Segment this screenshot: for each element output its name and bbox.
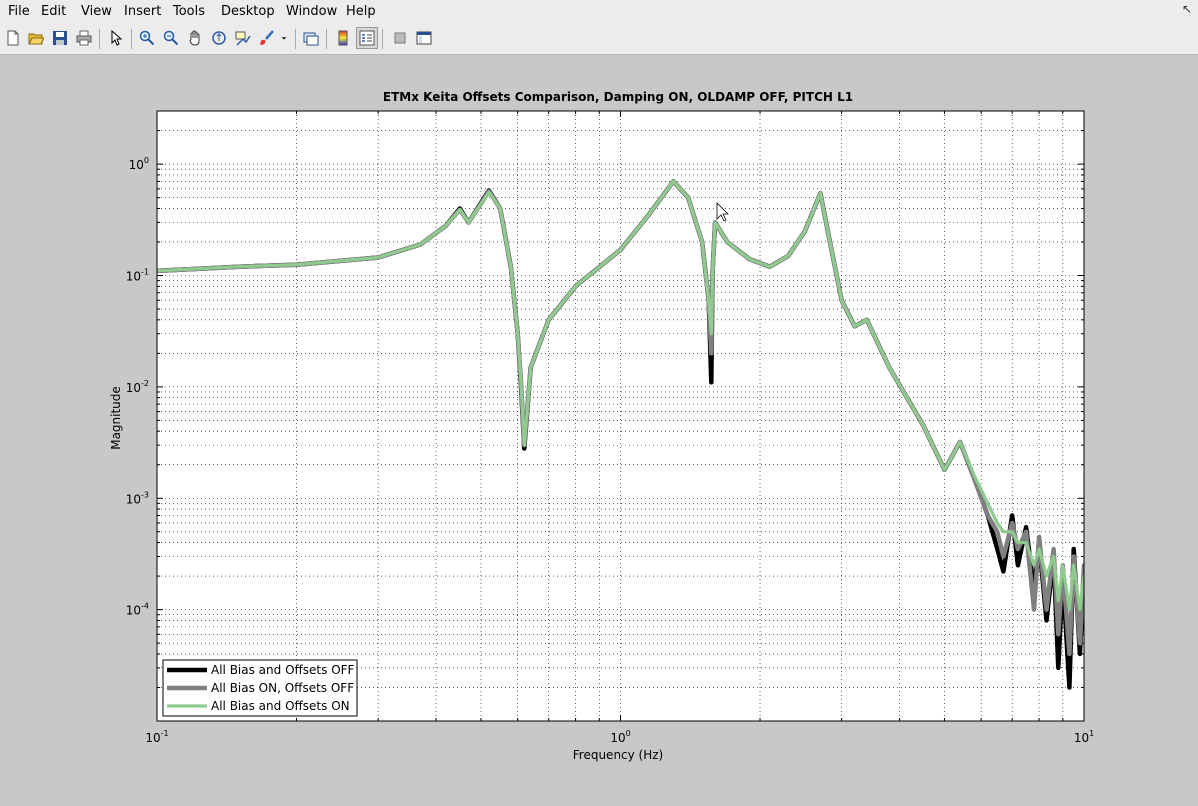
hide-plot-tools-icon[interactable] [389, 27, 411, 49]
edit-plot-arrow-icon[interactable] [105, 27, 127, 49]
menu-tools[interactable]: Tools [173, 4, 205, 19]
menu-insert[interactable]: Insert [124, 4, 161, 19]
figure-toolbar [0, 24, 1198, 55]
x-tick-label: 10-1 [145, 729, 168, 745]
legend-label-1: All Bias and Offsets OFF [211, 663, 355, 677]
menu-file[interactable]: File [8, 4, 30, 19]
menu-view[interactable]: View [81, 4, 112, 19]
zoom-in-icon[interactable] [136, 27, 158, 49]
x-tick-label: 100 [610, 729, 630, 745]
menu-window[interactable]: Window [286, 4, 337, 19]
menu-bar: File Edit View Insert Tools Desktop Wind… [0, 0, 1198, 25]
toolbar-separator [382, 29, 383, 49]
toolbar-separator [295, 29, 296, 49]
open-file-icon[interactable] [25, 27, 47, 49]
zoom-out-icon[interactable] [160, 27, 182, 49]
chart-title: ETMx Keita Offsets Comparison, Damping O… [383, 90, 853, 104]
menu-help[interactable]: Help [346, 4, 376, 19]
legend-entries: All Bias and Offsets OFF All Bias ON, Off… [167, 663, 355, 713]
rotate-3d-icon[interactable] [208, 27, 230, 49]
y-tick-label: 10-2 [126, 379, 149, 395]
legend-label-2: All Bias ON, Offsets OFF [211, 681, 354, 695]
toolbar-separator [326, 29, 327, 49]
toolbar-separator [131, 29, 132, 49]
link-plot-icon[interactable] [300, 27, 322, 49]
legend[interactable]: All Bias and Offsets OFF All Bias ON, Off… [162, 659, 358, 717]
undock-icon[interactable]: ↖ [1182, 2, 1192, 16]
brush-icon[interactable] [256, 27, 278, 49]
x-tick-label: 101 [1074, 729, 1094, 745]
y-axis-label: Magnitude [109, 386, 123, 450]
save-icon[interactable] [49, 27, 71, 49]
menu-desktop[interactable]: Desktop [221, 4, 275, 19]
pan-hand-icon[interactable] [184, 27, 206, 49]
y-tick-label: 100 [129, 156, 149, 172]
show-plot-tools-icon[interactable] [413, 27, 435, 49]
brush-dropdown-icon[interactable] [278, 27, 290, 49]
y-tick-label: 10-4 [126, 602, 149, 618]
legend-icon[interactable] [356, 27, 378, 49]
toolbar-separator [99, 29, 100, 49]
y-tick-label: 10-1 [126, 268, 149, 284]
menu-edit[interactable]: Edit [41, 4, 66, 19]
x-axis-label: Frequency (Hz) [573, 748, 664, 762]
new-figure-icon[interactable] [2, 27, 24, 49]
colorbar-icon[interactable] [332, 27, 354, 49]
legend-label-3: All Bias and Offsets ON [211, 699, 350, 713]
y-tick-label: 10-3 [126, 490, 149, 506]
data-cursor-icon[interactable] [232, 27, 254, 49]
print-icon[interactable] [73, 27, 95, 49]
figure-canvas: 10-1 100 101 10-4 10-3 10-2 10-1 100 ETMx Keita… [109, 90, 1094, 762]
